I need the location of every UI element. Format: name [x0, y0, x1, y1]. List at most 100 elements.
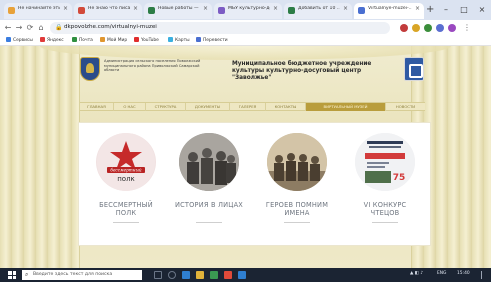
remember-heroes-photo[interactable]: [267, 133, 327, 191]
tab-close-icon[interactable]: ×: [133, 5, 138, 12]
taskbar-search-box[interactable]: ⌕ Введите здесь текст для поиска: [22, 270, 142, 280]
browser-tab[interactable]: Добавить от 10 ... ×: [284, 3, 352, 19]
profile-avatar-icon[interactable]: [448, 24, 456, 32]
logo-script-text: бессмертный: [110, 168, 141, 173]
institution-emblem-icon: [404, 57, 424, 81]
back-button[interactable]: ←: [3, 23, 13, 33]
tab-close-icon[interactable]: ×: [63, 5, 68, 12]
taskbar-clock[interactable]: 15:40: [457, 271, 470, 276]
file-explorer-icon[interactable]: [196, 271, 204, 279]
administration-text: Администрация сельского поселения Поволж…: [104, 59, 201, 73]
notifications-icon[interactable]: [481, 271, 487, 279]
bookmark-item[interactable]: Почта: [72, 37, 93, 43]
card-label-immortal-regiment[interactable]: БЕССМЕРТНЫЙ ПОЛК: [91, 201, 161, 217]
institution-title: Муниципальное бюджетное учреждение культ…: [232, 61, 372, 81]
menu-item-about[interactable]: О НАС: [114, 103, 146, 111]
tab-title: Virtualnye-muzei-...: [368, 6, 412, 11]
immortal-regiment-logo-icon: бессмертный полк: [97, 133, 155, 191]
extension-icon[interactable]: [412, 24, 420, 32]
lock-icon: 🔒: [55, 24, 63, 31]
tab-title: Добавить от 10 ...: [298, 6, 340, 11]
new-tab-button[interactable]: +: [426, 3, 434, 17]
browser-tab[interactable]: Новые работы — ... ×: [144, 3, 212, 19]
site-nav-menu: ГЛАВНАЯ О НАС СТРУКТУРА ДОКУМЕНТЫ ГАЛЕРЕ…: [80, 102, 425, 111]
maps-icon: [168, 37, 173, 42]
tab-title: Не знаю что писать сл...: [88, 6, 130, 11]
system-tray-icons[interactable]: ▲ ◧ ♪: [410, 271, 423, 276]
card-divider: [284, 222, 310, 223]
windows-taskbar: ⌕ Введите здесь текст для поиска ▲ ◧ ♪ E…: [0, 268, 491, 282]
card-label-recitation-contest[interactable]: VI КОНКУРС ЧТЕЦОВ: [350, 201, 420, 217]
menu-item-virtual-museum[interactable]: ВИРТУАЛЬНЫЙ МУЗЕЙ: [306, 103, 386, 111]
soldiers-photo-icon: [267, 133, 327, 191]
museum-content-panel: бессмертный полк БЕССМЕРТНЫЙ ПОЛК ИСТОРИ…: [78, 122, 431, 246]
maximize-button[interactable]: □: [455, 0, 473, 20]
browser-tab-active[interactable]: Virtualnye-muzei-... ×: [354, 3, 424, 19]
windows-start-icon[interactable]: [8, 271, 16, 279]
browser-tab[interactable]: Не знаю что писать сл... ×: [74, 3, 142, 19]
card-label-remember-heroes[interactable]: ГЕРОЕВ ПОМНИМ ИМЕНА: [262, 201, 332, 217]
group-photo-icon: [179, 133, 239, 191]
bookmark-item[interactable]: Яндекс: [40, 37, 64, 43]
forward-button[interactable]: →: [14, 23, 24, 33]
bookmark-item[interactable]: Карты: [168, 37, 190, 43]
tab-favicon-icon: [78, 7, 85, 14]
browser-toolbar: ← → ⟳ ⌂ 🔒 dkpovolzhe.com/virtualnyi-muze…: [0, 20, 491, 36]
history-in-faces-photo[interactable]: [179, 133, 239, 191]
bookmark-item[interactable]: Сервисы: [6, 37, 33, 43]
extension-icon[interactable]: [424, 24, 432, 32]
bookmark-item[interactable]: YouTube: [134, 37, 159, 43]
extension-icon[interactable]: [400, 24, 408, 32]
close-window-button[interactable]: ×: [473, 0, 491, 20]
menu-dots-icon[interactable]: ⋮: [462, 23, 472, 33]
browser-tab[interactable]: Не начинайте эти обр... ×: [4, 3, 72, 19]
tab-close-icon[interactable]: ×: [203, 5, 208, 12]
menu-item-home[interactable]: ГЛАВНАЯ: [80, 103, 114, 111]
browser-tab[interactable]: МБУ культурно-дос... ×: [214, 3, 282, 19]
card-label-history-in-faces[interactable]: ИСТОРИЯ В ЛИЦАХ: [174, 201, 244, 209]
contest-poster-icon: 75: [355, 133, 415, 191]
search-icon: ⌕: [25, 271, 29, 278]
bookmark-item[interactable]: Мой Мир: [100, 37, 127, 43]
menu-item-contacts[interactable]: КОНТАКТЫ: [266, 103, 306, 111]
address-bar[interactable]: 🔒 dkpovolzhe.com/virtualnyi-muzei: [50, 22, 390, 34]
menu-item-structure[interactable]: СТРУКТУРА: [146, 103, 186, 111]
bookmark-item[interactable]: Перевести: [196, 37, 228, 43]
tab-close-icon[interactable]: ×: [343, 5, 348, 12]
tab-title: Новые работы — ...: [158, 6, 200, 11]
reload-button[interactable]: ⟳: [25, 23, 35, 33]
menu-item-gallery[interactable]: ГАЛЕРЕЯ: [230, 103, 266, 111]
menu-item-news[interactable]: НОВОСТИ: [386, 103, 425, 111]
task-view-icon[interactable]: [154, 271, 162, 279]
extension-icon[interactable]: [436, 24, 444, 32]
home-button[interactable]: ⌂: [36, 23, 46, 33]
browser-tab-strip: Не начинайте эти обр... × Не знаю что пи…: [0, 0, 491, 20]
minimize-button[interactable]: –: [437, 0, 455, 20]
logo-word-text: полк: [117, 175, 135, 183]
chrome-browser-icon[interactable]: [224, 271, 232, 279]
store-app-icon[interactable]: [210, 271, 218, 279]
tab-close-icon[interactable]: ×: [415, 5, 420, 12]
word-app-icon[interactable]: [238, 271, 246, 279]
cortana-icon[interactable]: [168, 271, 176, 279]
tab-favicon-icon: [8, 7, 15, 14]
bookmark-icon: [6, 37, 11, 42]
recitation-contest-poster[interactable]: 75: [355, 133, 415, 191]
immortal-regiment-image[interactable]: бессмертный полк: [96, 133, 156, 191]
tab-close-icon[interactable]: ×: [273, 5, 278, 12]
card-divider: [113, 222, 139, 223]
tab-title: Не начинайте эти обр...: [18, 6, 60, 11]
card-divider: [372, 222, 398, 223]
bookmark-icon: [100, 37, 105, 42]
tab-title: МБУ культурно-дос...: [228, 6, 270, 11]
taskbar-search-placeholder: Введите здесь текст для поиска: [33, 272, 113, 277]
language-indicator[interactable]: ENG: [437, 271, 446, 276]
bookmark-icon: [72, 37, 77, 42]
translate-icon: [196, 37, 201, 42]
coat-of-arms-icon: [80, 57, 100, 81]
tab-favicon-icon: [148, 7, 155, 14]
edge-browser-icon[interactable]: [182, 271, 190, 279]
bookmarks-bar: Сервисы Яндекс Почта Мой Мир YouTube Кар…: [0, 36, 491, 46]
poster-number-text: 75: [393, 173, 406, 183]
menu-item-documents[interactable]: ДОКУМЕНТЫ: [186, 103, 230, 111]
